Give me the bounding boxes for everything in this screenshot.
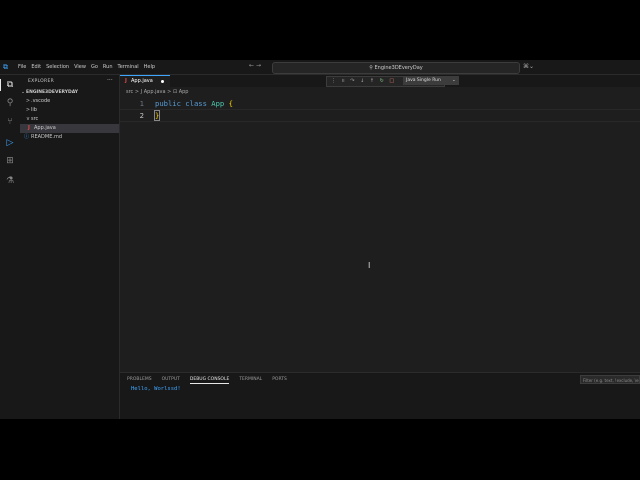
- testing-icon[interactable]: ⚗: [4, 175, 16, 187]
- source-control-icon[interactable]: ⑂: [4, 116, 16, 128]
- tree-item-readme[interactable]: ⓘ README.md: [20, 133, 119, 142]
- tree-item-label: src: [31, 116, 39, 122]
- editor-tabs: J App.java ⋮ ॥ ↷ ↓ ↑ ↻ □ Java Single Run …: [120, 75, 640, 87]
- explorer-sidebar: EXPLORER ··· ⌄ENGINE3DEVERYDAY >.vscode …: [20, 75, 120, 419]
- step-into-icon[interactable]: ↓: [360, 78, 364, 84]
- search-icon: ⚲: [369, 65, 373, 71]
- tree-item-label: App.java: [34, 125, 56, 131]
- drag-handle-icon[interactable]: ⋮: [331, 78, 336, 84]
- run-config-label: Java Single Run: [406, 78, 441, 83]
- info-file-icon: ⓘ: [24, 134, 30, 140]
- vscode-logo-icon: ⧉: [3, 63, 8, 71]
- tree-item-label: README.md: [31, 134, 63, 140]
- tree-item-app-java[interactable]: J App.java: [20, 124, 119, 133]
- menu-go[interactable]: Go: [91, 64, 98, 70]
- breadcrumb[interactable]: src > J App.java > ⊡ App: [126, 89, 188, 95]
- tab-label: App.java: [131, 78, 153, 84]
- explorer-title: EXPLORER: [28, 79, 55, 84]
- explorer-icon[interactable]: ⧉: [0, 79, 16, 91]
- run-config-select[interactable]: Java Single Run ⌄: [403, 76, 459, 85]
- menu-edit[interactable]: Edit: [31, 64, 41, 70]
- menu-bar: File Edit Selection View Go Run Terminal…: [18, 60, 155, 74]
- tab-debug-console[interactable]: DEBUG CONSOLE: [189, 377, 230, 384]
- menu-terminal[interactable]: Terminal: [118, 64, 139, 70]
- search-icon[interactable]: ⚲: [4, 97, 16, 109]
- debug-console-output: Hello, Worlssd!: [131, 386, 181, 392]
- tab-output[interactable]: OUTPUT: [162, 377, 180, 384]
- copilot-icon[interactable]: ⌘⌄: [523, 63, 534, 70]
- tab-problems[interactable]: PROBLEMS: [127, 377, 152, 384]
- class-token: App: [211, 99, 225, 108]
- title-bar: ⧉ File Edit Selection View Go Run Termin…: [0, 60, 640, 75]
- tab-terminal[interactable]: TERMINAL: [239, 377, 262, 384]
- menu-run[interactable]: Run: [103, 64, 113, 70]
- unsaved-dot-icon[interactable]: [161, 80, 164, 83]
- stop-icon[interactable]: □: [389, 78, 394, 84]
- forward-arrow-icon[interactable]: →: [256, 62, 261, 69]
- line-number: 2: [139, 111, 144, 120]
- text-cursor-icon: I: [368, 261, 371, 270]
- keyword-token: public: [155, 99, 181, 108]
- run-debug-icon[interactable]: ▷: [4, 137, 16, 149]
- extensions-icon[interactable]: ⊞: [4, 155, 16, 167]
- menu-file[interactable]: File: [18, 64, 26, 70]
- tab-ports[interactable]: PORTS: [272, 377, 287, 384]
- vscode-window: ⧉ File Edit Selection View Go Run Termin…: [0, 60, 640, 419]
- code-text: }: [153, 110, 161, 121]
- tree-item-label: .vscode: [31, 98, 51, 104]
- tree-item-lib[interactable]: >lib: [20, 106, 124, 115]
- more-actions-icon[interactable]: ···: [107, 77, 113, 84]
- tab-app-java[interactable]: J App.java: [120, 75, 170, 87]
- menu-selection[interactable]: Selection: [46, 64, 69, 70]
- restart-icon[interactable]: ↻: [380, 78, 384, 84]
- panel-tabs: PROBLEMS OUTPUT DEBUG CONSOLE TERMINAL P…: [127, 377, 287, 384]
- line-number: 1: [139, 99, 144, 108]
- bottom-panel: PROBLEMS OUTPUT DEBUG CONSOLE TERMINAL P…: [120, 372, 640, 419]
- command-center[interactable]: ⚲ Engine3DEveryDay: [272, 62, 520, 74]
- activity-bar: ⧉ ⚲ ⑂ ▷ ⊞ ⚗: [0, 75, 21, 419]
- tree-item-label: lib: [31, 107, 37, 113]
- keyword-token: class: [185, 99, 207, 108]
- tree-item-vscode[interactable]: >.vscode: [20, 97, 124, 106]
- step-over-icon[interactable]: ↷: [350, 78, 354, 84]
- workspace-root-label: ENGINE3DEVERYDAY: [26, 90, 79, 95]
- code-line-2[interactable]: 2 }: [120, 109, 640, 122]
- code-line-1[interactable]: 1 public class App {: [120, 98, 640, 109]
- menu-view[interactable]: View: [74, 64, 86, 70]
- menu-help[interactable]: Help: [144, 64, 155, 70]
- chevron-down-icon: ⌄: [452, 78, 456, 83]
- editor-area: J App.java ⋮ ॥ ↷ ↓ ↑ ↻ □ Java Single Run …: [120, 75, 640, 372]
- command-center-label: Engine3DEveryDay: [374, 65, 423, 71]
- brace-token: }: [153, 110, 161, 121]
- nav-arrows: ← →: [249, 62, 261, 69]
- brace-token: {: [228, 99, 233, 108]
- tree-item-src[interactable]: v src: [20, 115, 124, 124]
- workspace-root[interactable]: ⌄ENGINE3DEVERYDAY: [20, 88, 119, 97]
- back-arrow-icon[interactable]: ←: [249, 62, 254, 69]
- filter-input[interactable]: Filter (e.g. text, !exclude, \escape): [580, 375, 640, 384]
- code-text: public class App {: [155, 98, 233, 109]
- pause-icon[interactable]: ॥: [342, 78, 345, 84]
- step-out-icon[interactable]: ↑: [370, 78, 374, 84]
